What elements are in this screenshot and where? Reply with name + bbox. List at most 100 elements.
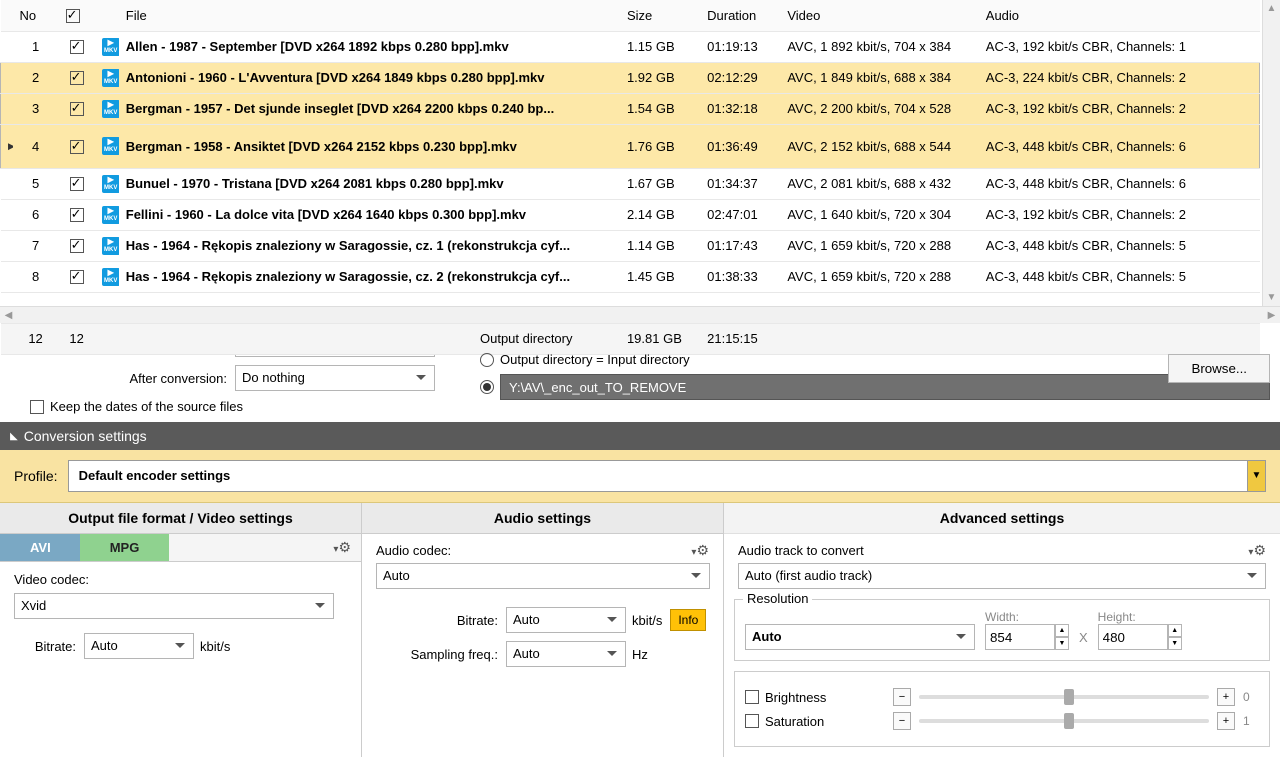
row-video: AVC, 1 849 kbit/s, 688 x 384 [780,62,978,93]
table-row[interactable]: 5Bunuel - 1970 - Tristana [DVD x264 2081… [1,168,1260,199]
spin-down-icon[interactable]: ▼ [1168,637,1182,650]
row-size: 1.92 GB [620,62,700,93]
table-row[interactable]: 6Fellini - 1960 - La dolce vita [DVD x26… [1,199,1260,230]
scroll-down-icon[interactable]: ▼ [1263,289,1280,306]
table-row[interactable]: 8Has - 1964 - Rękopis znaleziony w Sarag… [1,261,1260,292]
header-audio[interactable]: Audio [979,0,1260,31]
keep-dates-checkbox[interactable] [30,400,44,414]
output-path-input[interactable]: Y:\AV\_enc_out_TO_REMOVE [500,374,1270,400]
row-checkbox[interactable] [70,102,84,116]
plus-button[interactable]: + [1217,688,1235,706]
scroll-up-icon[interactable]: ▲ [1263,0,1280,17]
profile-label: Profile: [14,468,58,484]
brightness-checkbox[interactable] [745,690,759,704]
row-video: AVC, 1 659 kbit/s, 720 x 288 [780,261,978,292]
after-label: After conversion: [10,371,235,386]
row-video: AVC, 1 892 kbit/s, 704 x 384 [780,31,978,62]
row-file: Bergman - 1958 - Ansiktet [DVD x264 2152… [119,124,620,168]
row-no: 2 [13,62,59,93]
row-file: Fellini - 1960 - La dolce vita [DVD x264… [119,199,620,230]
resolution-select[interactable]: Auto [745,624,975,650]
mkv-icon [102,100,119,118]
spin-up-icon[interactable]: ▲ [1168,624,1182,637]
table-row[interactable]: 7Has - 1964 - Rękopis znaleziony w Sarag… [1,230,1260,261]
row-audio: AC-3, 224 kbit/s CBR, Channels: 2 [979,62,1260,93]
row-checkbox[interactable] [70,270,84,284]
header-size[interactable]: Size [620,0,700,31]
row-duration: 02:12:29 [700,62,780,93]
brightness-label: Brightness [765,690,826,705]
row-no: 3 [13,93,59,124]
header-check[interactable] [59,0,95,31]
row-checkbox[interactable] [70,208,84,222]
row-video: AVC, 2 152 kbit/s, 688 x 544 [780,124,978,168]
vertical-scrollbar[interactable]: ▲ ▼ [1262,0,1280,306]
plus-button[interactable]: + [1217,712,1235,730]
height-input[interactable] [1098,624,1168,650]
resolution-label: Resolution [743,591,812,606]
audio-bitrate-select[interactable]: Auto [506,607,626,633]
row-file: Has - 1964 - Rękopis znaleziony w Sarago… [119,261,620,292]
row-checkbox[interactable] [70,40,84,54]
scroll-right-icon[interactable]: ▶ [1263,307,1280,323]
row-duration: 01:32:18 [700,93,780,124]
mkv-icon [102,137,119,155]
table-row[interactable]: 3Bergman - 1957 - Det sjunde inseglet [D… [1,93,1260,124]
audio-codec-select[interactable]: Auto [376,563,710,589]
mkv-icon [102,38,119,56]
gear-icon[interactable] [689,542,709,559]
radio-same-dir[interactable] [480,353,494,367]
tab-avi[interactable]: AVI [0,534,81,561]
sampling-select[interactable]: Auto [506,641,626,667]
row-checkbox[interactable] [70,140,84,154]
audio-track-select[interactable]: Auto (first audio track) [738,563,1266,589]
width-input[interactable] [985,624,1055,650]
tab-mpg[interactable]: MPG [80,534,170,561]
row-size: 1.15 GB [620,31,700,62]
browse-button[interactable]: Browse... [1168,354,1270,383]
video-bitrate-select[interactable]: Auto [84,633,194,659]
height-label: Height: [1098,610,1182,624]
row-video: AVC, 2 200 kbit/s, 704 x 528 [780,93,978,124]
video-codec-select[interactable]: Xvid [14,593,334,619]
table-row[interactable]: 4 Bergman - 1958 - Ansiktet [DVD x264 215… [1,124,1260,168]
header-duration[interactable]: Duration [700,0,780,31]
row-duration: 01:34:37 [700,168,780,199]
row-no: 5 [13,168,59,199]
conversion-settings-header[interactable]: Conversion settings [0,422,1280,450]
header-video[interactable]: Video [780,0,978,31]
info-button[interactable]: Info [670,609,706,631]
row-no [13,292,59,323]
saturation-label: Saturation [765,714,824,729]
audio-settings-header: Audio settings [362,503,723,534]
table-row[interactable] [1,292,1260,323]
header-file[interactable]: File [119,0,620,31]
minus-button[interactable]: − [893,712,911,730]
row-checkbox[interactable] [70,71,84,85]
row-audio: AC-3, 448 kbit/s CBR, Channels: 5 [979,230,1260,261]
spin-up-icon[interactable]: ▲ [1055,624,1069,637]
row-audio: AC-3, 448 kbit/s CBR, Channels: 6 [979,168,1260,199]
table-row[interactable]: 1Allen - 1987 - September [DVD x264 1892… [1,31,1260,62]
video-settings-header: Output file format / Video settings [0,503,361,534]
row-duration: 01:19:13 [700,31,780,62]
gear-icon[interactable] [1246,542,1266,559]
row-checkbox[interactable] [70,177,84,191]
row-video [780,292,978,323]
row-audio: AC-3, 192 kbit/s CBR, Channels: 2 [979,199,1260,230]
saturation-checkbox[interactable] [745,714,759,728]
row-checkbox[interactable] [70,239,84,253]
minus-button[interactable]: − [893,688,911,706]
mkv-icon [102,237,119,255]
radio-custom-dir[interactable] [480,380,494,394]
profile-select[interactable]: Default encoder settings ▼ [68,460,1266,492]
row-audio: AC-3, 192 kbit/s CBR, Channels: 1 [979,31,1260,62]
row-no: 4 [13,124,59,168]
brightness-slider[interactable] [919,695,1209,699]
table-row[interactable]: 2Antonioni - 1960 - L'Avventura [DVD x26… [1,62,1260,93]
after-select[interactable]: Do nothing [235,365,435,391]
chevron-down-icon[interactable]: ▼ [1247,461,1265,491]
gear-icon[interactable] [331,539,351,556]
spin-down-icon[interactable]: ▼ [1055,637,1069,650]
header-no[interactable]: No [13,0,59,31]
